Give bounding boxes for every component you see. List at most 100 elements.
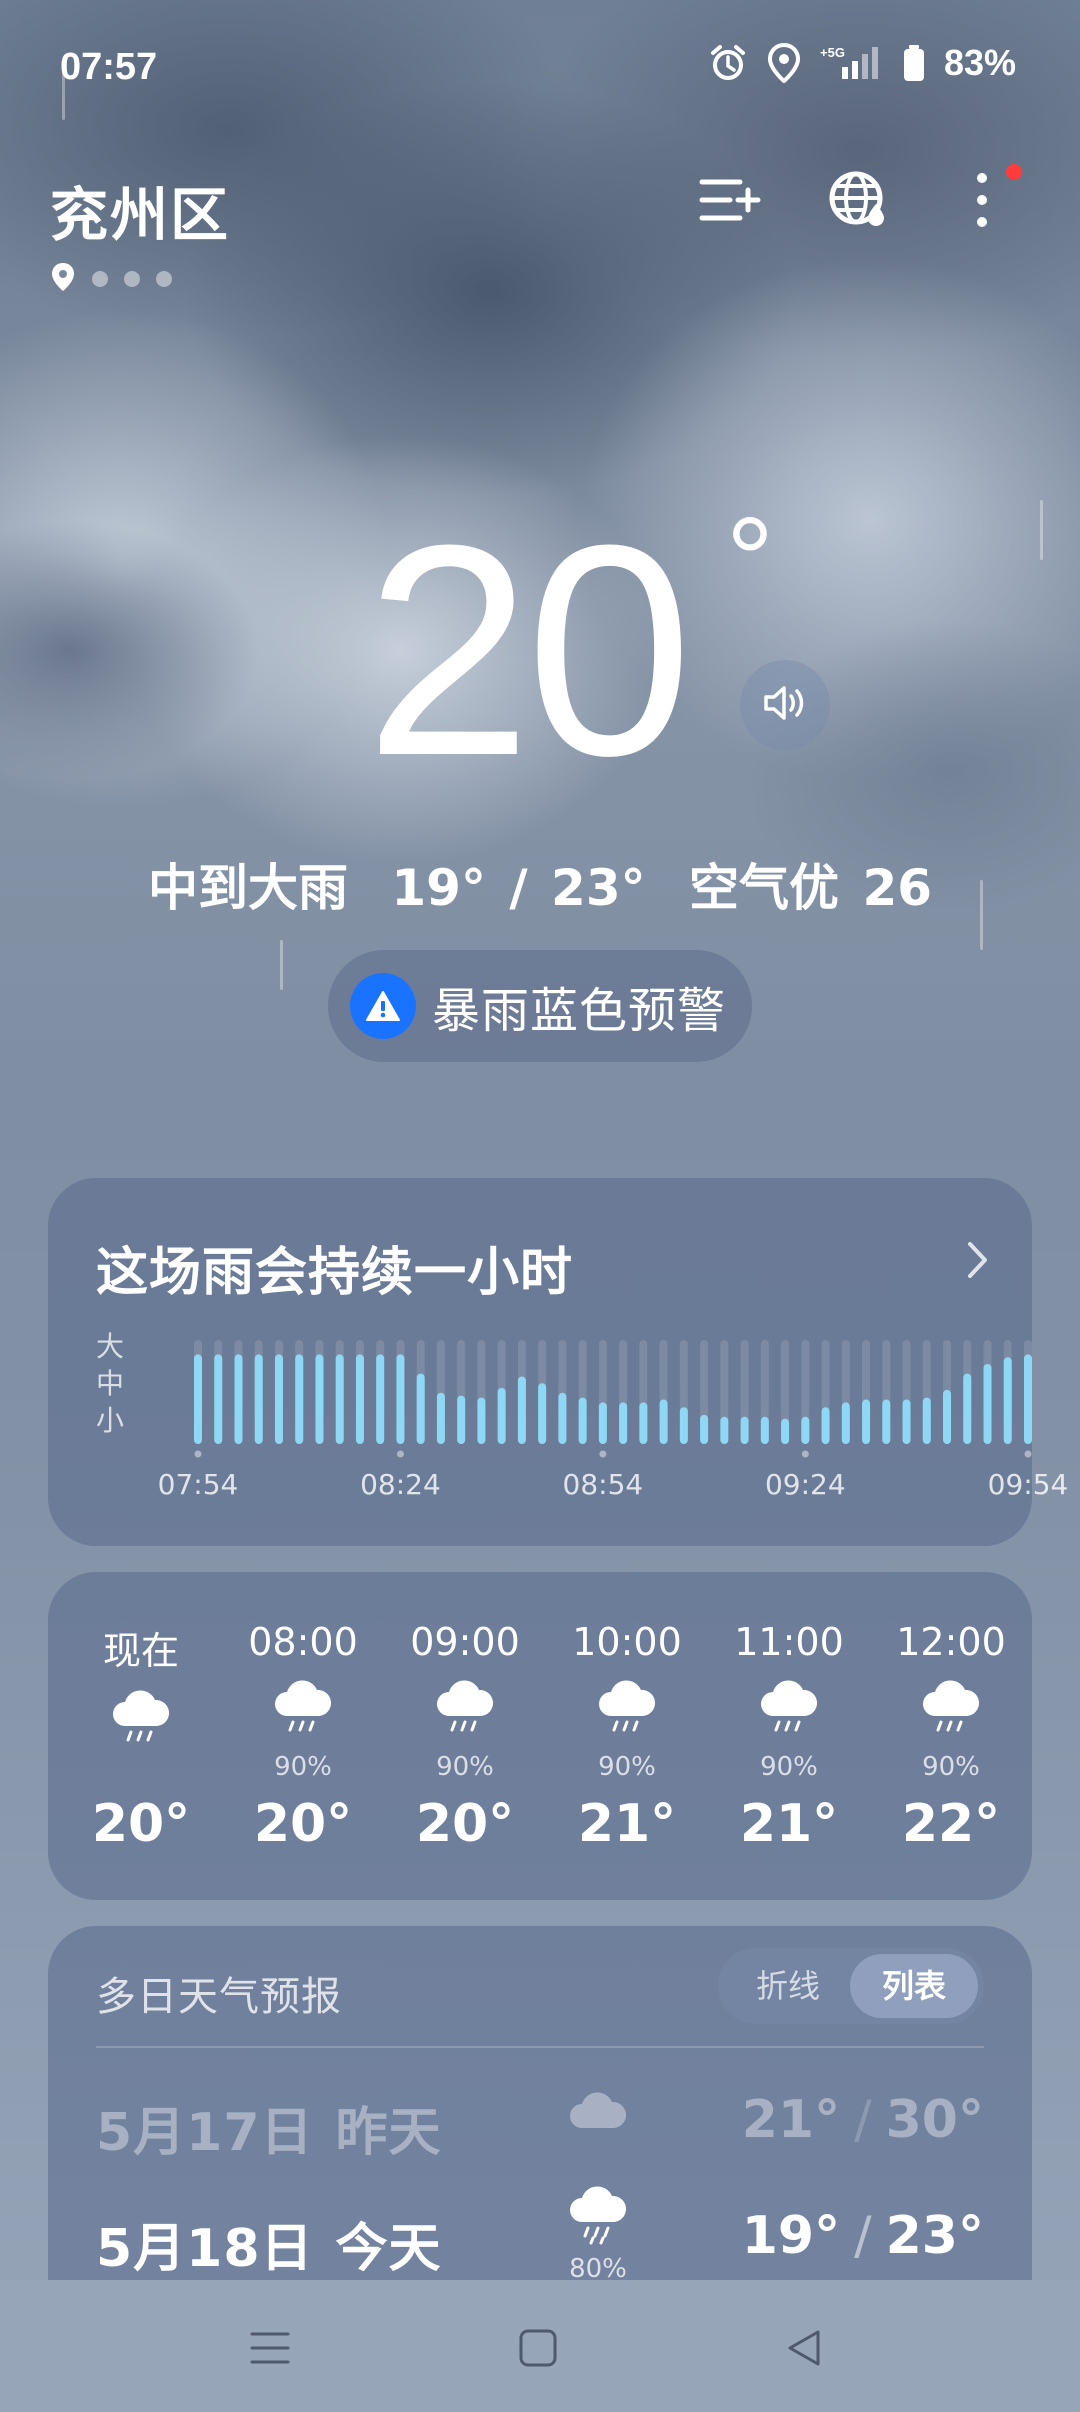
status-bar: 07:57 +5G 83% — [0, 0, 1080, 140]
add-city-button[interactable] — [690, 162, 770, 242]
daily-forecast-card: 多日天气预报 折线 列表 5月17日 昨天 21°/30° 5月18日 今天 80%… — [48, 1926, 1032, 2286]
current-location-icon — [50, 262, 76, 296]
precip-probability: 90% — [274, 1752, 332, 1782]
precip-probability: 90% — [598, 1752, 656, 1782]
rain-tick-dot — [801, 1450, 809, 1458]
temp-separator: / — [854, 2206, 872, 2266]
precip-probability: 90% — [760, 1752, 818, 1782]
hour-time: 10:00 — [572, 1620, 682, 1664]
hour-temp: 20° — [415, 1794, 515, 1854]
precip-probability: 90% — [436, 1752, 494, 1782]
rain-time-label: 07:54 — [157, 1468, 239, 1501]
condition-text: 中到大雨 — [147, 859, 348, 917]
globe-icon — [826, 168, 890, 236]
air-quality[interactable]: 空气优 26 — [689, 859, 932, 917]
hour-time: 12:00 — [896, 1620, 1006, 1664]
degree-symbol: ° — [726, 493, 774, 627]
hour-column[interactable]: 现在 20° — [60, 1572, 222, 1900]
alert-text: 暴雨蓝色预警 — [432, 983, 727, 1039]
day-text: 今天 — [335, 2219, 442, 2279]
hour-time: 08:00 — [248, 1620, 358, 1664]
chevron-right-icon[interactable] — [966, 1240, 990, 1284]
weather-alert-pill[interactable]: 暴雨蓝色预警 — [328, 950, 752, 1062]
hourly-forecast-card[interactable]: 现在 20° 08:00 90% 20° 09:00 90% 20° 10:00 90% 21° 11… — [48, 1572, 1032, 1900]
low-temp: 19° — [741, 2206, 841, 2266]
temp-separator: / — [854, 2090, 872, 2150]
hour-time: 09:00 — [410, 1620, 520, 1664]
city-page-indicator — [50, 262, 172, 296]
rain-cloud-icon — [109, 1690, 173, 1752]
forecast-row-today[interactable]: 5月18日 今天 80% 19°/23° — [48, 2184, 1032, 2284]
hour-column[interactable]: 10:00 90% 21° — [546, 1572, 708, 1900]
rain-cloud-icon — [566, 2184, 630, 2250]
hour-column[interactable]: 12:00 90% 22° — [870, 1572, 1032, 1900]
temp-range: 19° / 23° — [391, 859, 646, 917]
rain-time-label: 08:54 — [562, 1468, 644, 1501]
hour-temp: 20° — [253, 1794, 353, 1854]
page-dot — [92, 271, 108, 287]
menu-icon — [250, 2330, 290, 2370]
battery-percent: 83% — [943, 42, 1016, 83]
add-city-icon — [698, 174, 762, 230]
page-dot — [124, 271, 140, 287]
divider — [96, 2046, 984, 2048]
notification-dot — [1006, 164, 1022, 180]
alarm-icon — [708, 43, 748, 83]
location-icon — [766, 43, 802, 83]
current-temperature: 20 — [365, 482, 693, 818]
view-toggle[interactable]: 折线 列表 — [718, 1948, 984, 2024]
forecast-row-yesterday[interactable]: 5月17日 昨天 21°/30° — [48, 2068, 1032, 2168]
rain-intensity-chart — [194, 1340, 1032, 1458]
low-temp: 21° — [741, 2090, 841, 2150]
rain-tick-dot — [599, 1450, 607, 1458]
weather-summary: 中到大雨 19° / 23° 空气优 26 — [0, 848, 1080, 920]
rain-tick-dot — [1024, 1450, 1032, 1458]
toggle-line-view[interactable]: 折线 — [724, 1954, 852, 2018]
rain-cloud-icon — [595, 1680, 659, 1742]
home-button[interactable] — [508, 2320, 568, 2380]
forecast-date: 5月18日 今天 — [96, 2206, 442, 2281]
hour-time: 11:00 — [734, 1620, 844, 1664]
back-button[interactable] — [774, 2320, 834, 2380]
toggle-list-view[interactable]: 列表 — [850, 1954, 978, 2018]
more-icon — [972, 170, 992, 234]
date-text: 5月18日 — [96, 2219, 314, 2279]
high-temp: 23° — [885, 2206, 984, 2266]
city-name[interactable]: 兖州区 — [50, 168, 230, 252]
speaker-icon — [762, 683, 808, 727]
rain-card-title: 这场雨会持续一小时 — [96, 1243, 574, 1303]
home-icon — [518, 2328, 558, 2372]
status-icons: +5G 83% — [708, 42, 1016, 84]
cloud-icon — [566, 2086, 630, 2140]
battery-icon — [902, 43, 926, 83]
hour-temp: 21° — [577, 1794, 677, 1854]
rain-tick-dot — [194, 1450, 202, 1458]
menu-button[interactable] — [240, 2320, 300, 2380]
rain-time-label: 09:24 — [764, 1468, 846, 1501]
hour-temp: 22° — [901, 1794, 1001, 1854]
rain-tick-dot — [396, 1450, 404, 1458]
globe-button[interactable] — [818, 162, 898, 242]
rain-cloud-icon — [271, 1680, 335, 1742]
rain-forecast-card[interactable]: 这场雨会持续一小时 大 中 小 07:54 08:24 08:54 09:24 09:5… — [48, 1178, 1069, 1546]
level-heavy: 大 — [96, 1330, 125, 1363]
rain-cloud-icon — [433, 1680, 497, 1742]
forecast-title: 多日天气预报 — [96, 1974, 342, 2020]
voice-broadcast-button[interactable] — [740, 660, 830, 750]
rain-time-label: 08:24 — [360, 1468, 441, 1501]
level-light: 小 — [96, 1404, 125, 1437]
high-temp: 30° — [885, 2090, 984, 2150]
hour-temp: 21° — [739, 1794, 839, 1854]
hour-column[interactable]: 08:00 90% 20° — [222, 1572, 384, 1900]
hour-column[interactable]: 11:00 90% 21° — [708, 1572, 870, 1900]
date-text: 5月17日 — [96, 2103, 314, 2163]
forecast-date: 5月17日 昨天 — [96, 2090, 442, 2165]
warning-icon — [350, 973, 416, 1039]
page-dot — [156, 271, 172, 287]
rain-time-label: 09:54 — [987, 1468, 1069, 1501]
hour-column[interactable]: 09:00 90% 20° — [384, 1572, 546, 1900]
system-navigation-bar — [0, 2280, 1080, 2412]
level-medium: 中 — [96, 1367, 125, 1400]
forecast-temps: 21°/30° — [742, 2090, 984, 2150]
rain-time-axis: 07:54 08:24 08:54 09:24 09:54 — [48, 1468, 1069, 1508]
